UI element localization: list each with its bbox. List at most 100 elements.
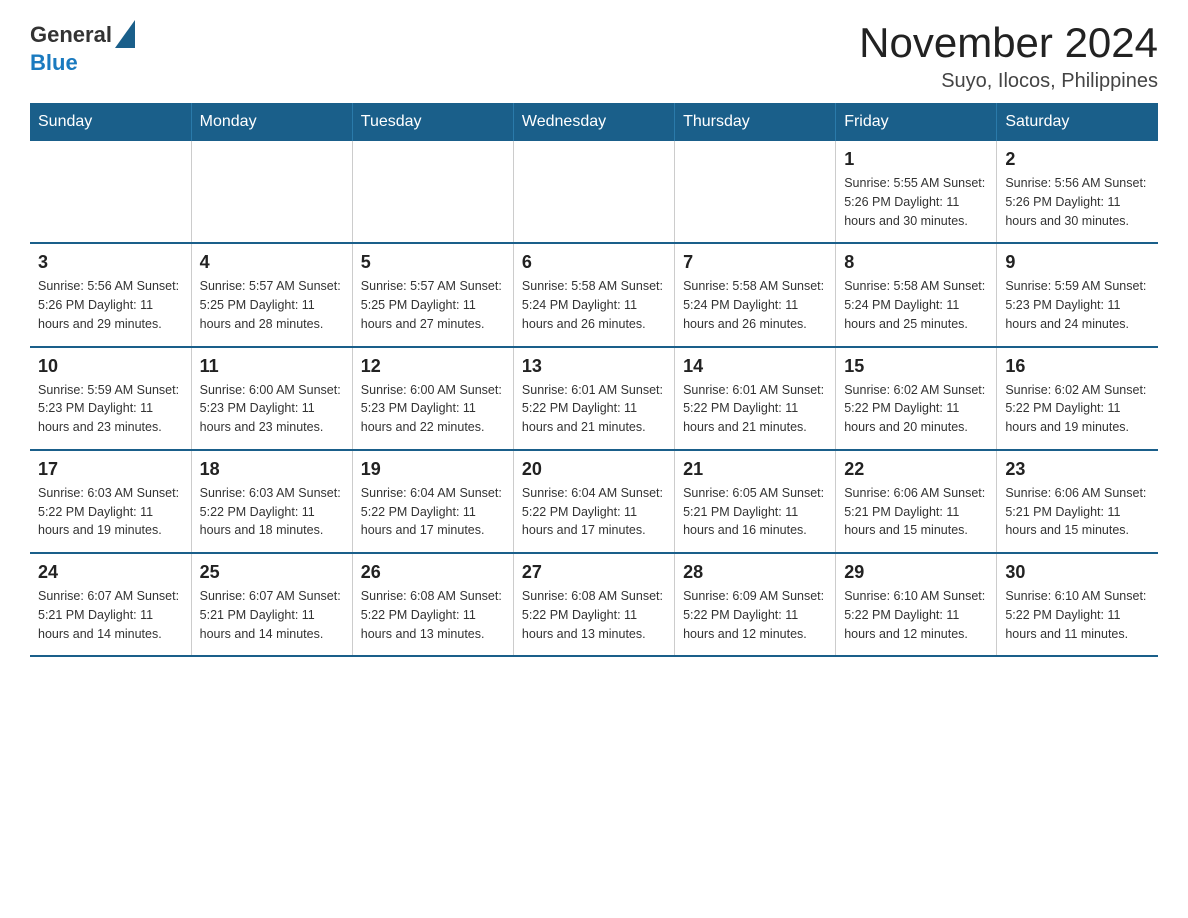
day-number: 5 <box>361 252 505 273</box>
page-header: General Blue November 2024 Suyo, Ilocos,… <box>30 20 1158 93</box>
day-number: 20 <box>522 459 666 480</box>
calendar-cell: 9Sunrise: 5:59 AM Sunset: 5:23 PM Daylig… <box>997 243 1158 346</box>
calendar-cell: 14 Sunrise: 6:01 AM Sunset: 5:22 PM Dayli… <box>675 347 836 450</box>
day-number: 24 <box>38 562 183 583</box>
calendar-header-tuesday: Tuesday <box>352 103 513 141</box>
day-info: Sunrise: 6:05 AM Sunset: 5:21 PM Dayligh… <box>683 484 827 540</box>
day-number: 6 <box>522 252 666 273</box>
day-number: 10 <box>38 356 183 377</box>
calendar-cell <box>513 141 674 243</box>
day-info: Sunrise: 5:56 AM Sunset: 5:26 PM Dayligh… <box>1005 174 1150 230</box>
day-info: Sunrise: 5:57 AM Sunset: 5:25 PM Dayligh… <box>361 277 505 333</box>
calendar-cell: 25 Sunrise: 6:07 AM Sunset: 5:21 PM Dayli… <box>191 553 352 656</box>
calendar-table: SundayMondayTuesdayWednesdayThursdayFrid… <box>30 103 1158 657</box>
calendar-cell: 12 Sunrise: 6:00 AM Sunset: 5:23 PM Dayli… <box>352 347 513 450</box>
calendar-cell: 8 Sunrise: 5:58 AM Sunset: 5:24 PM Daylig… <box>836 243 997 346</box>
calendar-cell: 23Sunrise: 6:06 AM Sunset: 5:21 PM Dayli… <box>997 450 1158 553</box>
day-number: 4 <box>200 252 344 273</box>
calendar-cell: 22 Sunrise: 6:06 AM Sunset: 5:21 PM Dayli… <box>836 450 997 553</box>
day-number: 27 <box>522 562 666 583</box>
day-number: 18 <box>200 459 344 480</box>
day-info: Sunrise: 6:01 AM Sunset: 5:22 PM Dayligh… <box>522 381 666 437</box>
day-number: 7 <box>683 252 827 273</box>
day-number: 26 <box>361 562 505 583</box>
day-info: Sunrise: 5:59 AM Sunset: 5:23 PM Dayligh… <box>38 381 183 437</box>
day-info: Sunrise: 6:06 AM Sunset: 5:21 PM Dayligh… <box>844 484 988 540</box>
calendar-cell: 24 Sunrise: 6:07 AM Sunset: 5:21 PM Dayli… <box>30 553 191 656</box>
day-number: 19 <box>361 459 505 480</box>
day-info: Sunrise: 5:58 AM Sunset: 5:24 PM Dayligh… <box>522 277 666 333</box>
day-info: Sunrise: 6:04 AM Sunset: 5:22 PM Dayligh… <box>361 484 505 540</box>
calendar-cell: 15 Sunrise: 6:02 AM Sunset: 5:22 PM Dayli… <box>836 347 997 450</box>
calendar-cell: 20 Sunrise: 6:04 AM Sunset: 5:22 PM Dayli… <box>513 450 674 553</box>
calendar-cell: 10 Sunrise: 5:59 AM Sunset: 5:23 PM Dayli… <box>30 347 191 450</box>
day-info: Sunrise: 6:09 AM Sunset: 5:22 PM Dayligh… <box>683 587 827 643</box>
calendar-cell: 18Sunrise: 6:03 AM Sunset: 5:22 PM Dayli… <box>191 450 352 553</box>
day-number: 22 <box>844 459 988 480</box>
calendar-cell <box>675 141 836 243</box>
calendar-header-thursday: Thursday <box>675 103 836 141</box>
day-info: Sunrise: 6:07 AM Sunset: 5:21 PM Dayligh… <box>38 587 183 643</box>
calendar-cell: 1Sunrise: 5:55 AM Sunset: 5:26 PM Daylig… <box>836 141 997 243</box>
calendar-cell: 5 Sunrise: 5:57 AM Sunset: 5:25 PM Daylig… <box>352 243 513 346</box>
day-info: Sunrise: 6:10 AM Sunset: 5:22 PM Dayligh… <box>844 587 988 643</box>
day-info: Sunrise: 6:03 AM Sunset: 5:22 PM Dayligh… <box>38 484 183 540</box>
calendar-cell: 21 Sunrise: 6:05 AM Sunset: 5:21 PM Dayli… <box>675 450 836 553</box>
day-info: Sunrise: 6:02 AM Sunset: 5:22 PM Dayligh… <box>1005 381 1150 437</box>
day-info: Sunrise: 6:10 AM Sunset: 5:22 PM Dayligh… <box>1005 587 1150 643</box>
day-info: Sunrise: 6:01 AM Sunset: 5:22 PM Dayligh… <box>683 381 827 437</box>
calendar-cell: 13 Sunrise: 6:01 AM Sunset: 5:22 PM Dayli… <box>513 347 674 450</box>
day-number: 29 <box>844 562 988 583</box>
day-number: 8 <box>844 252 988 273</box>
logo: General Blue <box>30 20 135 76</box>
calendar-cell: 19 Sunrise: 6:04 AM Sunset: 5:22 PM Dayli… <box>352 450 513 553</box>
day-number: 15 <box>844 356 988 377</box>
day-number: 2 <box>1005 149 1150 170</box>
day-number: 11 <box>200 356 344 377</box>
calendar-week-row: 17Sunrise: 6:03 AM Sunset: 5:22 PM Dayli… <box>30 450 1158 553</box>
calendar-cell: 30 Sunrise: 6:10 AM Sunset: 5:22 PM Dayli… <box>997 553 1158 656</box>
day-number: 23 <box>1005 459 1150 480</box>
calendar-cell: 6 Sunrise: 5:58 AM Sunset: 5:24 PM Daylig… <box>513 243 674 346</box>
calendar-cell: 26Sunrise: 6:08 AM Sunset: 5:22 PM Dayli… <box>352 553 513 656</box>
day-number: 16 <box>1005 356 1150 377</box>
day-number: 28 <box>683 562 827 583</box>
day-info: Sunrise: 6:04 AM Sunset: 5:22 PM Dayligh… <box>522 484 666 540</box>
calendar-cell: 17Sunrise: 6:03 AM Sunset: 5:22 PM Dayli… <box>30 450 191 553</box>
day-info: Sunrise: 6:02 AM Sunset: 5:22 PM Dayligh… <box>844 381 988 437</box>
calendar-week-row: 24 Sunrise: 6:07 AM Sunset: 5:21 PM Dayli… <box>30 553 1158 656</box>
calendar-cell <box>191 141 352 243</box>
day-number: 30 <box>1005 562 1150 583</box>
calendar-cell: 2 Sunrise: 5:56 AM Sunset: 5:26 PM Daylig… <box>997 141 1158 243</box>
day-info: Sunrise: 6:07 AM Sunset: 5:21 PM Dayligh… <box>200 587 344 643</box>
calendar-week-row: 3Sunrise: 5:56 AM Sunset: 5:26 PM Daylig… <box>30 243 1158 346</box>
calendar-cell: 3Sunrise: 5:56 AM Sunset: 5:26 PM Daylig… <box>30 243 191 346</box>
day-number: 21 <box>683 459 827 480</box>
calendar-cell: 29 Sunrise: 6:10 AM Sunset: 5:22 PM Dayli… <box>836 553 997 656</box>
calendar-header-saturday: Saturday <box>997 103 1158 141</box>
title-section: November 2024 Suyo, Ilocos, Philippines <box>859 20 1158 93</box>
day-info: Sunrise: 6:08 AM Sunset: 5:22 PM Dayligh… <box>522 587 666 643</box>
day-number: 12 <box>361 356 505 377</box>
day-info: Sunrise: 5:57 AM Sunset: 5:25 PM Dayligh… <box>200 277 344 333</box>
day-info: Sunrise: 5:55 AM Sunset: 5:26 PM Dayligh… <box>844 174 988 230</box>
day-info: Sunrise: 5:56 AM Sunset: 5:26 PM Dayligh… <box>38 277 183 333</box>
calendar-subtitle: Suyo, Ilocos, Philippines <box>859 70 1158 93</box>
day-info: Sunrise: 6:00 AM Sunset: 5:23 PM Dayligh… <box>361 381 505 437</box>
calendar-cell <box>352 141 513 243</box>
calendar-cell: 28 Sunrise: 6:09 AM Sunset: 5:22 PM Dayli… <box>675 553 836 656</box>
day-info: Sunrise: 5:58 AM Sunset: 5:24 PM Dayligh… <box>683 277 827 333</box>
calendar-title: November 2024 <box>859 20 1158 66</box>
day-number: 13 <box>522 356 666 377</box>
calendar-cell: 11 Sunrise: 6:00 AM Sunset: 5:23 PM Dayli… <box>191 347 352 450</box>
day-number: 25 <box>200 562 344 583</box>
logo-general-text: General <box>30 22 112 48</box>
day-info: Sunrise: 6:00 AM Sunset: 5:23 PM Dayligh… <box>200 381 344 437</box>
day-info: Sunrise: 5:58 AM Sunset: 5:24 PM Dayligh… <box>844 277 988 333</box>
logo-blue-text: Blue <box>30 50 78 76</box>
day-info: Sunrise: 5:59 AM Sunset: 5:23 PM Dayligh… <box>1005 277 1150 333</box>
calendar-cell <box>30 141 191 243</box>
calendar-cell: 16 Sunrise: 6:02 AM Sunset: 5:22 PM Dayli… <box>997 347 1158 450</box>
day-number: 14 <box>683 356 827 377</box>
calendar-header-friday: Friday <box>836 103 997 141</box>
